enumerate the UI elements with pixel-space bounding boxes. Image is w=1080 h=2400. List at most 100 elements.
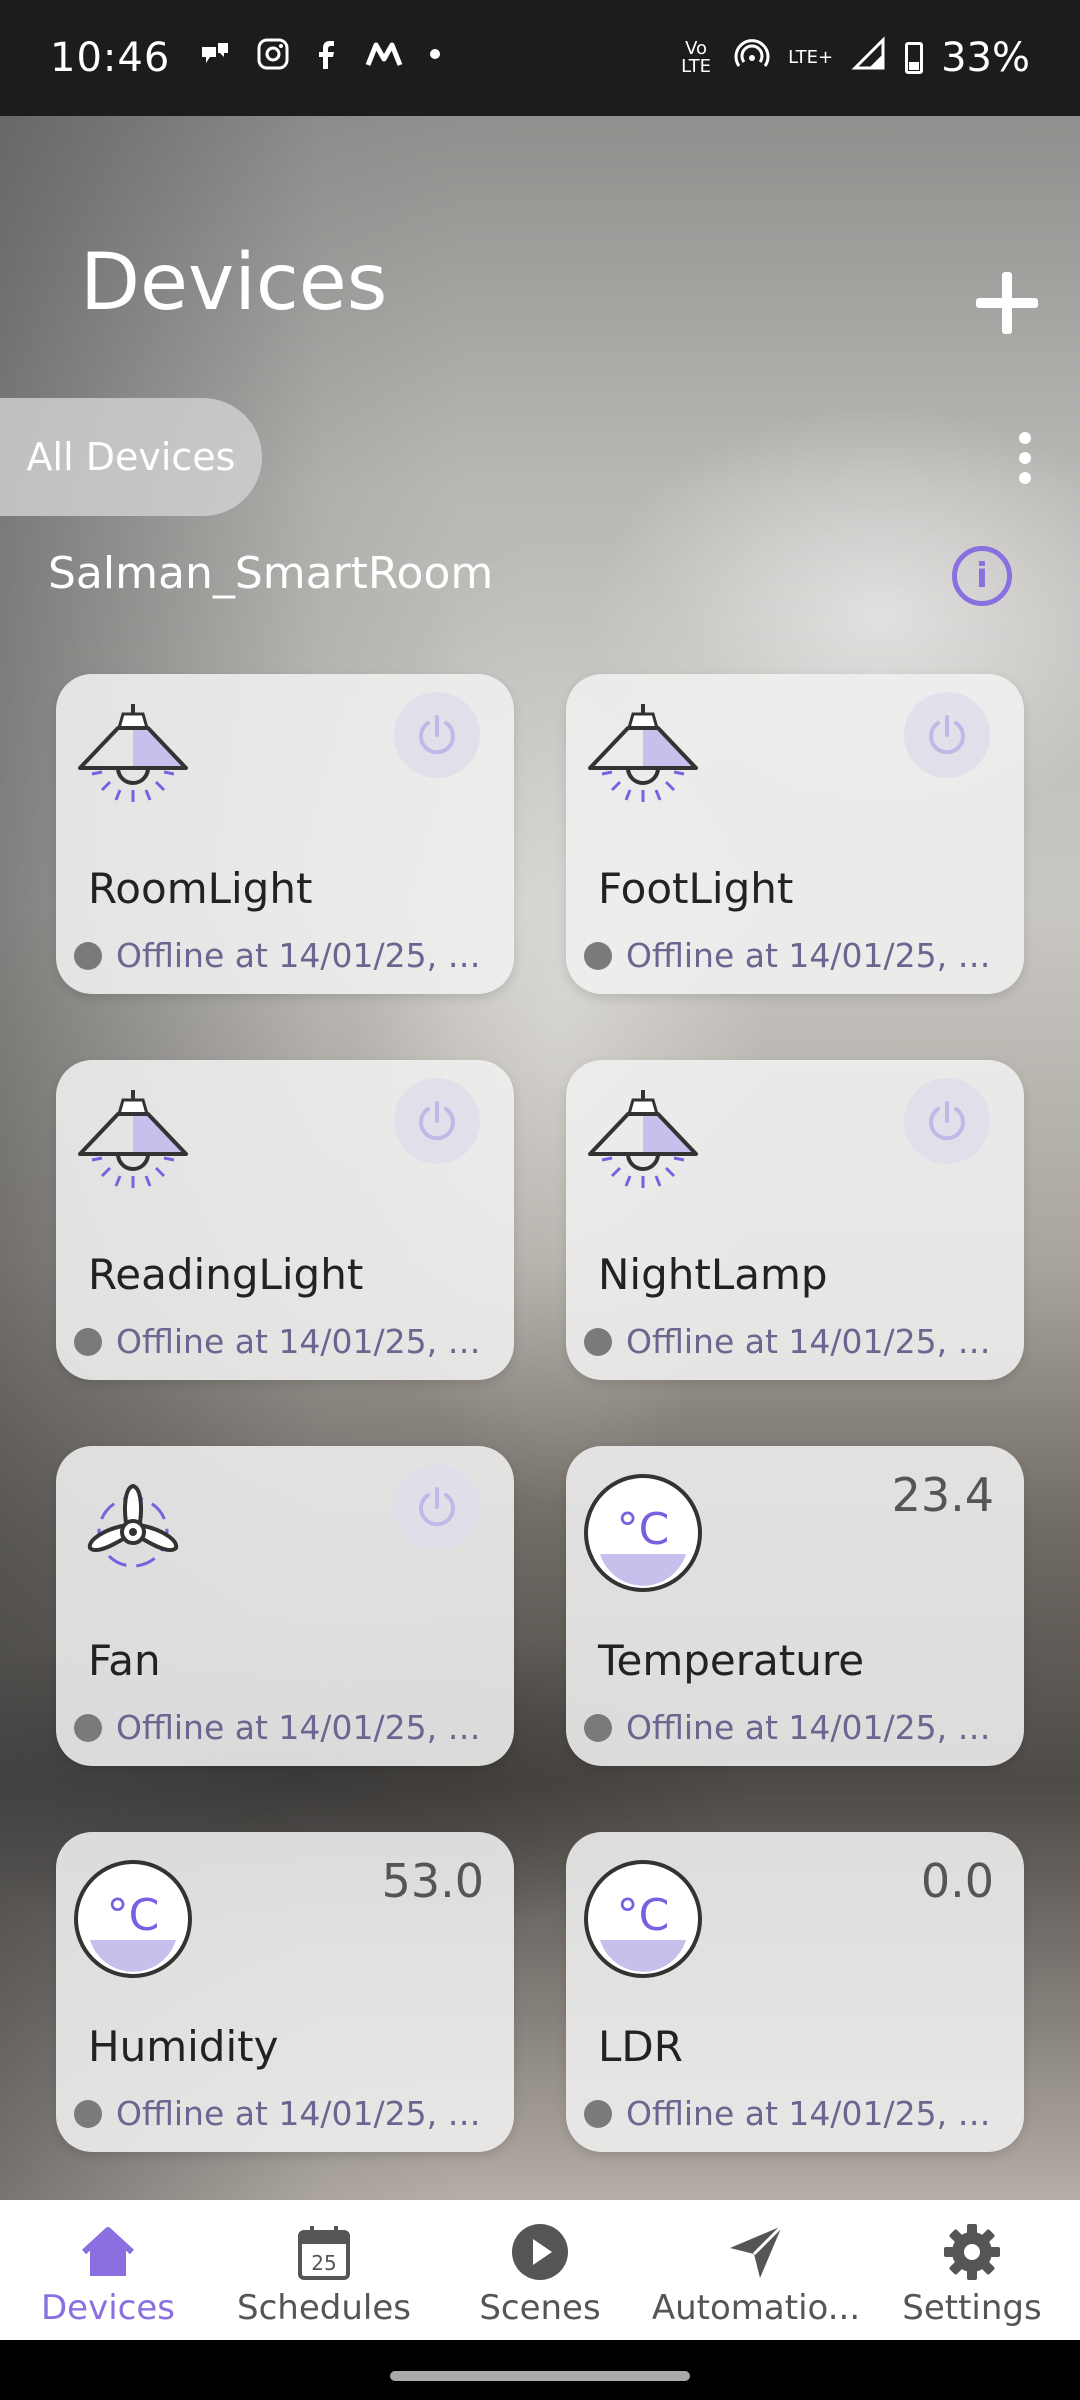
facebook-icon xyxy=(314,37,340,80)
power-button[interactable] xyxy=(904,1078,990,1164)
power-icon xyxy=(929,1101,965,1141)
device-grid: RoomLight Offline at 14/01/25, 01... Foo… xyxy=(56,674,1024,2152)
device-status: Offline at 14/01/25, 01... xyxy=(584,2094,1010,2133)
gesture-handle[interactable] xyxy=(390,2371,690,2381)
add-device-button[interactable] xyxy=(976,268,1046,338)
device-status: Offline at 14/01/25, 01... xyxy=(584,936,1010,975)
sensor-reading: 53.0 xyxy=(381,1854,484,1908)
device-name: Fan xyxy=(88,1636,161,1685)
offline-dot xyxy=(74,1713,102,1742)
more-vertical-icon[interactable] xyxy=(1010,428,1040,488)
device-status: Offline at 14/01/25, 01... xyxy=(584,1708,1010,1747)
device-name: FootLight xyxy=(598,864,794,913)
thermometer-celsius-icon: °C xyxy=(70,1856,196,1982)
device-card-readinglight[interactable]: ReadingLight Offline at 14/01/25, 01... xyxy=(56,1060,514,1380)
device-name: RoomLight xyxy=(88,864,313,913)
ceiling-lamp-icon xyxy=(70,698,196,824)
svg-text:°C: °C xyxy=(107,1890,160,1941)
instagram-icon xyxy=(256,37,290,80)
nav-label: Devices xyxy=(41,2288,175,2328)
ceiling-lamp-icon xyxy=(70,1084,196,1210)
device-card-roomlight[interactable]: RoomLight Offline at 14/01/25, 01... xyxy=(56,674,514,994)
thermometer-celsius-icon: °C xyxy=(580,1856,706,1982)
fan-icon xyxy=(70,1470,196,1596)
offline-dot xyxy=(584,1327,612,1356)
nav-automations[interactable]: Automatio... xyxy=(648,2200,864,2340)
device-card-nightlamp[interactable]: NightLamp Offline at 14/01/25, 01... xyxy=(566,1060,1024,1380)
device-status: Offline at 14/01/25, 01... xyxy=(74,1322,500,1361)
status-text: Offline at 14/01/25, 01... xyxy=(116,1322,500,1361)
status-text: Offline at 14/01/25, 01... xyxy=(116,2094,500,2133)
signal-icon xyxy=(851,35,887,81)
gesture-area xyxy=(0,2340,1080,2400)
all-devices-chip[interactable]: All Devices xyxy=(0,398,262,516)
status-time: 10:46 xyxy=(50,35,171,81)
power-button[interactable] xyxy=(394,1464,480,1550)
device-card-humidity[interactable]: °C 53.0 Humidity Offline at 14/01/25, 01… xyxy=(56,1832,514,2152)
offline-dot xyxy=(584,2099,612,2128)
gear-icon xyxy=(944,2224,1000,2280)
status-text: Offline at 14/01/25, 01... xyxy=(626,936,1010,975)
notification-icons xyxy=(198,37,442,80)
meta-icon xyxy=(364,37,404,80)
ceiling-lamp-icon xyxy=(580,698,706,824)
status-text: Offline at 14/01/25, 01... xyxy=(116,1708,500,1747)
nav-label: Schedules xyxy=(237,2288,411,2328)
device-card-fan[interactable]: Fan Offline at 14/01/25, 01... xyxy=(56,1446,514,1766)
power-button[interactable] xyxy=(394,692,480,778)
status-text: Offline at 14/01/25, 01... xyxy=(626,1322,1010,1361)
calendar-icon: 25 xyxy=(298,2226,350,2280)
device-status: Offline at 14/01/25, 01... xyxy=(74,1708,500,1747)
sensor-reading: 0.0 xyxy=(920,1854,994,1908)
nav-label: Settings xyxy=(902,2288,1042,2328)
nav-devices[interactable]: Devices xyxy=(0,2200,216,2340)
lte-label: LTE+ xyxy=(788,47,834,68)
nav-label: Automatio... xyxy=(651,2288,861,2328)
info-icon[interactable]: i xyxy=(952,546,1012,606)
status-text: Offline at 14/01/25, 01... xyxy=(626,2094,1010,2133)
status-bar: 10:46 Vo LTE LTE+ 33% xyxy=(0,0,1080,116)
play-icon xyxy=(512,2224,568,2280)
messenger-icon xyxy=(198,37,232,80)
battery-level: 33% xyxy=(941,35,1030,81)
nav-settings[interactable]: Settings xyxy=(864,2200,1080,2340)
power-icon xyxy=(419,715,455,755)
home-icon xyxy=(81,2227,135,2276)
status-text: Offline at 14/01/25, 01... xyxy=(116,936,500,975)
power-button[interactable] xyxy=(904,692,990,778)
svg-text:°C: °C xyxy=(617,1890,670,1941)
device-card-footlight[interactable]: FootLight Offline at 14/01/25, 01... xyxy=(566,674,1024,994)
offline-dot xyxy=(584,941,612,970)
nav-schedules[interactable]: 25 Schedules xyxy=(216,2200,432,2340)
volte-icon: Vo LTE xyxy=(681,38,712,77)
device-name: Humidity xyxy=(88,2022,279,2071)
nav-label: Scenes xyxy=(479,2288,601,2328)
svg-text:25: 25 xyxy=(311,2251,336,2275)
bottom-navigation: Devices 25 Schedules Scenes Automatio... xyxy=(0,2200,1080,2340)
nav-scenes[interactable]: Scenes xyxy=(432,2200,648,2340)
power-icon xyxy=(929,715,965,755)
ceiling-lamp-icon xyxy=(580,1084,706,1210)
power-button[interactable] xyxy=(394,1078,480,1164)
thermometer-celsius-icon: °C xyxy=(580,1470,706,1596)
device-name: Temperature xyxy=(598,1636,865,1685)
device-card-ldr[interactable]: °C 0.0 LDR Offline at 14/01/25, 01... xyxy=(566,1832,1024,2152)
send-icon xyxy=(730,2224,784,2278)
device-status: Offline at 14/01/25, 01... xyxy=(74,2094,500,2133)
device-name: LDR xyxy=(598,2022,683,2071)
device-name: ReadingLight xyxy=(88,1250,364,1299)
offline-dot xyxy=(74,2099,102,2128)
sensor-reading: 23.4 xyxy=(891,1468,994,1522)
power-icon xyxy=(419,1487,455,1527)
svg-text:°C: °C xyxy=(617,1504,670,1555)
device-status: Offline at 14/01/25, 01... xyxy=(584,1322,1010,1361)
power-icon xyxy=(419,1101,455,1141)
offline-dot xyxy=(584,1713,612,1742)
page-title: Devices xyxy=(80,238,388,328)
room-name: Salman_SmartRoom xyxy=(48,548,494,599)
status-text: Offline at 14/01/25, 01... xyxy=(626,1708,1010,1747)
more-notifications-dot-icon xyxy=(428,37,442,80)
device-status: Offline at 14/01/25, 01... xyxy=(74,936,500,975)
device-card-temperature[interactable]: °C 23.4 Temperature Offline at 14/01/25,… xyxy=(566,1446,1024,1766)
offline-dot xyxy=(74,941,102,970)
